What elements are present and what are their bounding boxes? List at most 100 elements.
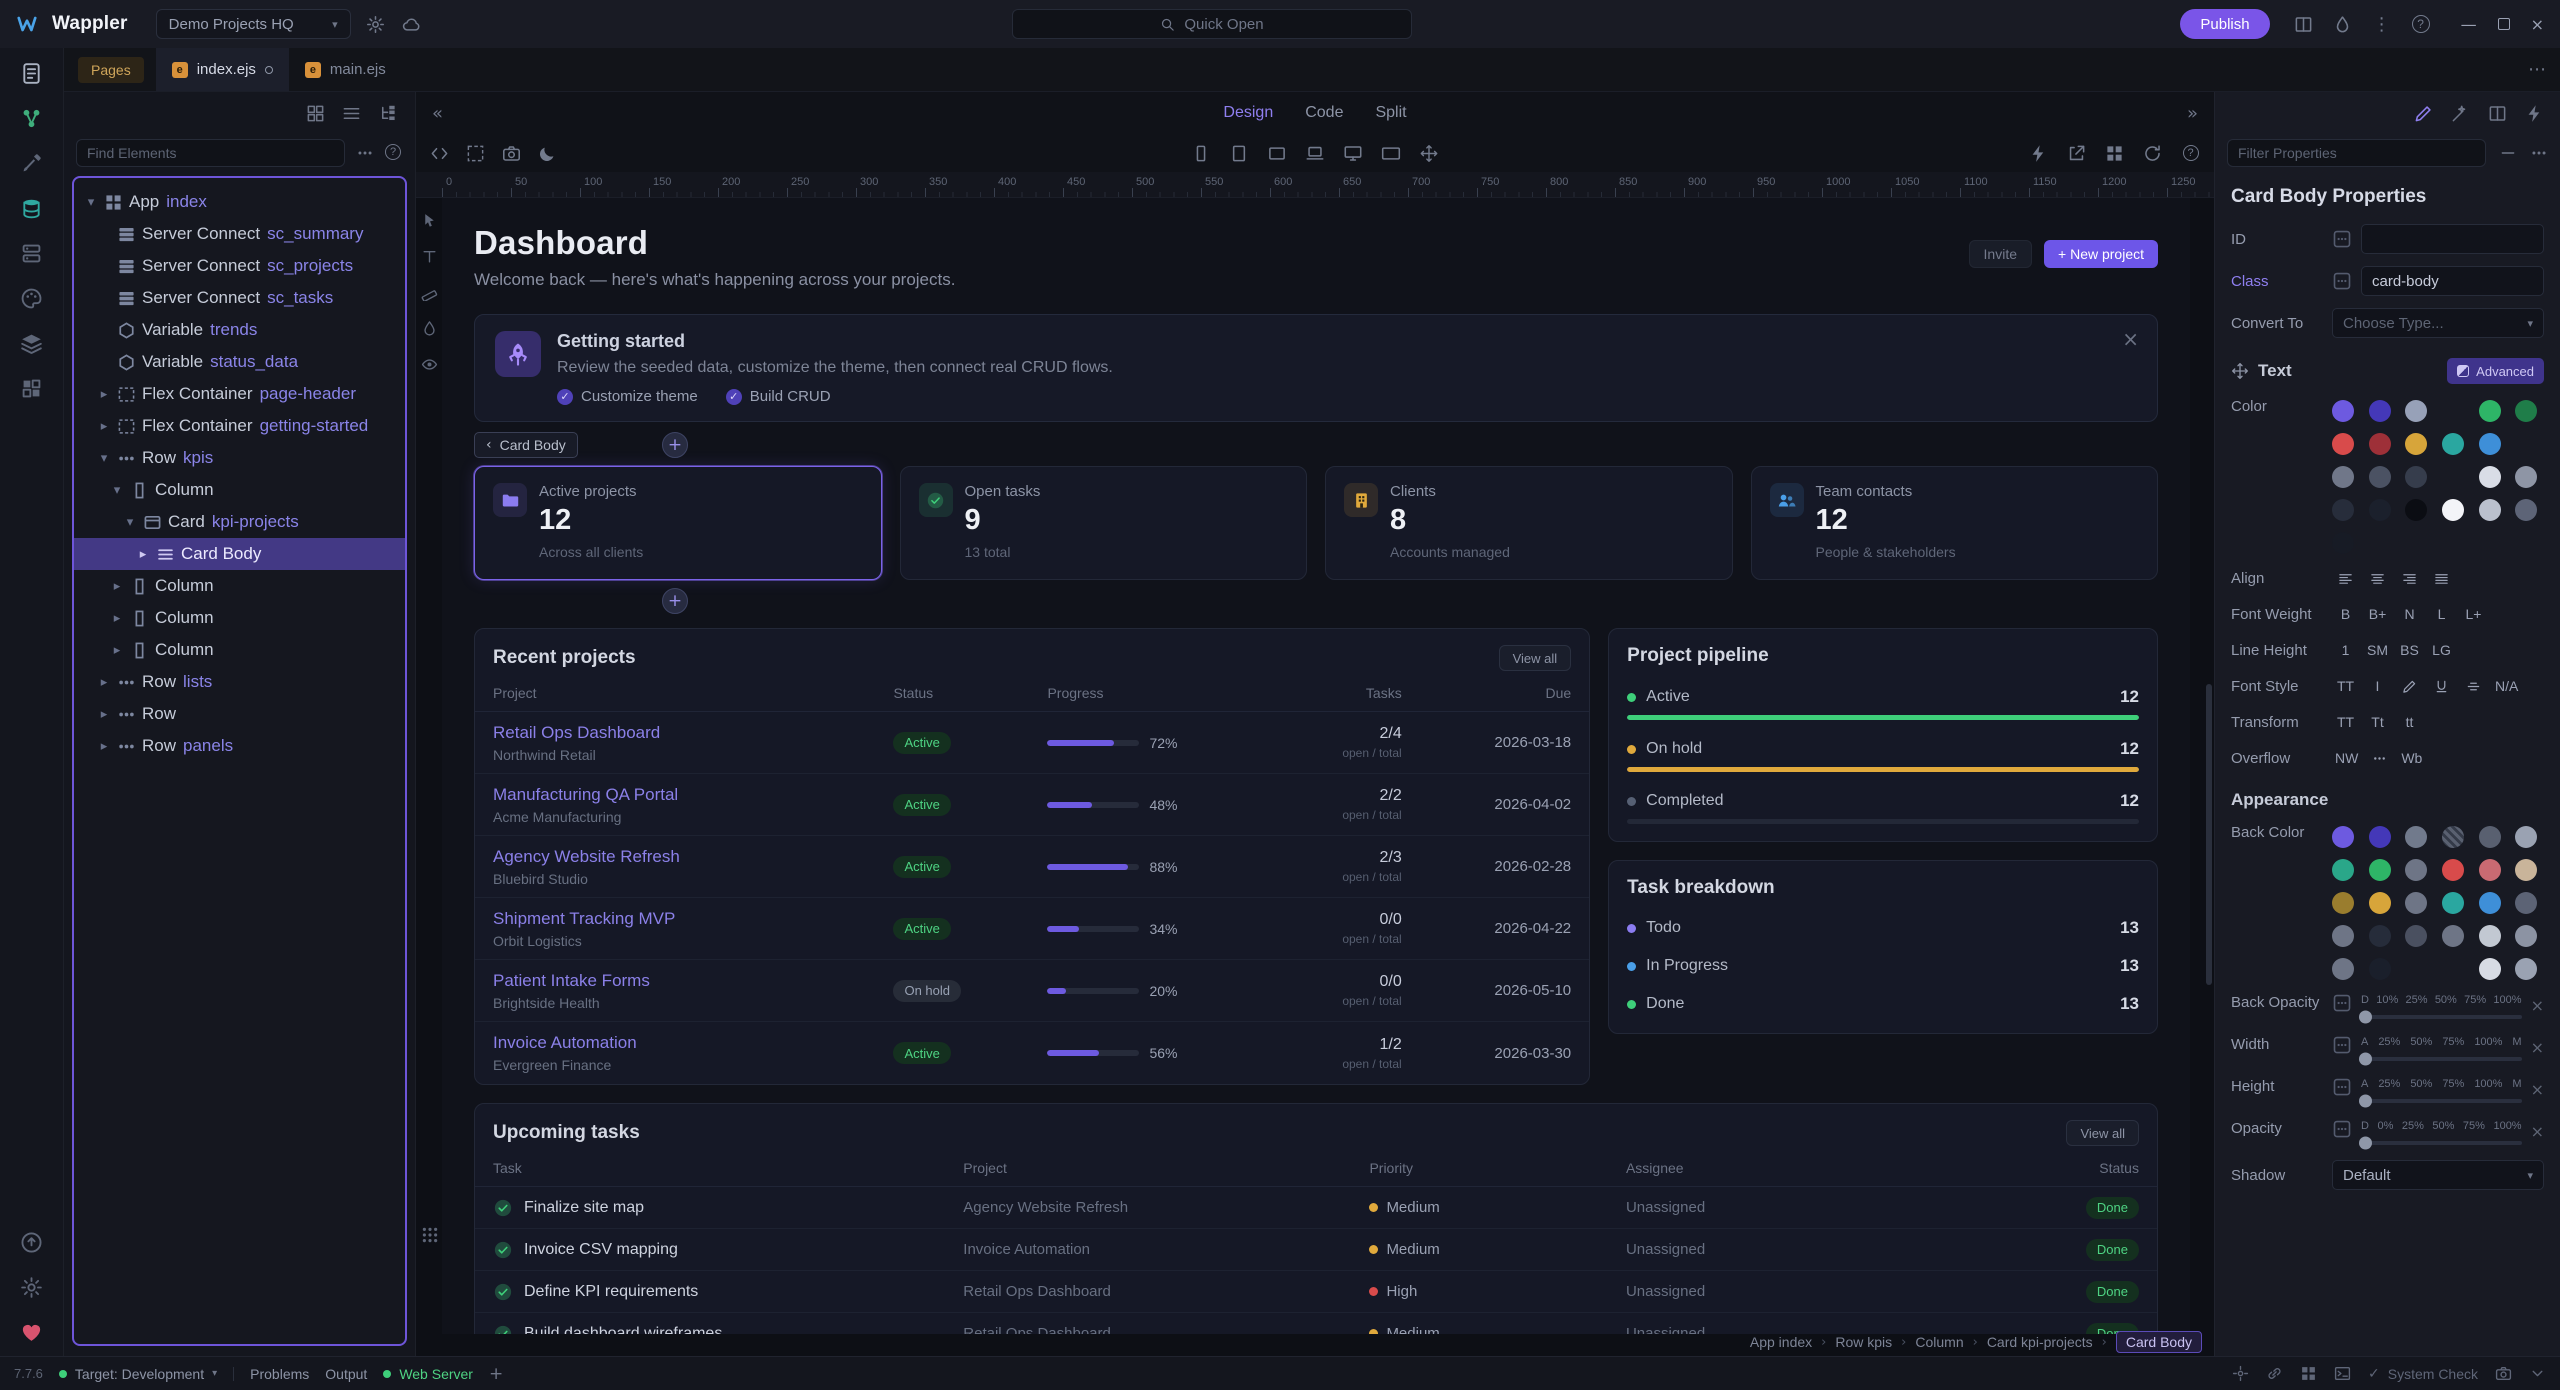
color-swatch[interactable] [2405, 826, 2427, 848]
move-icon[interactable] [1420, 144, 1439, 163]
tick-50[interactable]: 50% [2435, 994, 2457, 1006]
tick-100[interactable]: 100% [2474, 1036, 2502, 1048]
color-swatch[interactable] [2442, 892, 2464, 914]
tick-a[interactable]: A [2361, 1036, 2368, 1048]
slider-knob[interactable] [2359, 1011, 2372, 1024]
font-weight-l[interactable]: L+ [2460, 602, 2487, 626]
tree-caret-icon[interactable]: ▸ [136, 547, 150, 562]
tree-caret-icon[interactable]: ▸ [97, 739, 111, 754]
color-swatch[interactable] [2405, 433, 2427, 455]
color-swatch[interactable] [2515, 859, 2537, 881]
task-row[interactable]: Define KPI requirementsRetail Ops Dashbo… [475, 1271, 2157, 1313]
add-element-button[interactable]: + [662, 588, 688, 614]
tree-item-row-lists[interactable]: ▸Rowlists [74, 666, 405, 698]
grid-icon[interactable] [2300, 1365, 2317, 1382]
help-icon[interactable]: ? [2410, 13, 2432, 35]
underline-icon[interactable] [2428, 674, 2455, 698]
bolt-icon[interactable] [2029, 144, 2048, 163]
color-swatch[interactable] [2515, 466, 2537, 488]
slider-knob[interactable] [2359, 1095, 2372, 1108]
inline-edit-icon[interactable] [2414, 104, 2433, 123]
breadcrumb-item[interactable]: Card Body [2116, 1331, 2202, 1353]
crosshair-icon[interactable] [2232, 1365, 2249, 1382]
project-link[interactable]: Manufacturing QA Portal [493, 785, 893, 805]
quick-open-button[interactable]: Quick Open [1012, 9, 1412, 39]
color-swatch[interactable] [2332, 466, 2354, 488]
color-swatch[interactable] [2369, 400, 2391, 422]
server-connect-icon[interactable] [20, 242, 43, 265]
color-swatch[interactable] [2442, 499, 2464, 521]
list-view-icon[interactable] [342, 104, 361, 123]
theme-drop-icon[interactable] [2332, 13, 2354, 35]
task-row[interactable]: Finalize site mapAgency Website RefreshM… [475, 1187, 2157, 1229]
outline-icon[interactable] [466, 144, 485, 163]
layers-icon[interactable] [20, 332, 43, 355]
color-swatch[interactable] [2369, 499, 2391, 521]
tab-index-ejs[interactable]: eindex.ejs [156, 48, 289, 91]
tick-0[interactable]: 0% [2377, 1120, 2393, 1132]
tree-caret-icon[interactable]: ▾ [84, 195, 98, 210]
color-swatch[interactable] [2479, 433, 2501, 455]
color-swatch[interactable] [2369, 859, 2391, 881]
font-style-n-a[interactable]: N/A [2492, 674, 2521, 698]
pages-button[interactable]: Pages [78, 57, 144, 83]
color-swatch[interactable] [2442, 433, 2464, 455]
project-row[interactable]: Patient Intake FormsBrightside HealthOn … [475, 960, 1589, 1022]
tree-item-row-panels[interactable]: ▸Rowpanels [74, 730, 405, 762]
tree-item-column-12[interactable]: ▸Column [74, 570, 405, 602]
align-justify-icon[interactable] [2428, 566, 2455, 590]
new-project-button[interactable]: + New project [2044, 240, 2158, 268]
tick-25[interactable]: 25% [2378, 1036, 2400, 1048]
tick-75[interactable]: 75% [2442, 1036, 2464, 1048]
opacity-slider[interactable] [2361, 1141, 2522, 1145]
project-row[interactable]: Shipment Tracking MVPOrbit LogisticsActi… [475, 898, 1589, 960]
tick-100[interactable]: 100% [2474, 1078, 2502, 1090]
color-swatch[interactable] [2515, 826, 2537, 848]
project-row[interactable]: Retail Ops DashboardNorthwind RetailActi… [475, 712, 1589, 774]
color-swatch[interactable] [2515, 958, 2537, 980]
shadow-select[interactable]: Default ▾ [2332, 1160, 2544, 1190]
tick-100[interactable]: 100% [2493, 994, 2521, 1006]
line-height-1[interactable]: 1 [2332, 638, 2359, 662]
strike-icon[interactable] [2460, 674, 2487, 698]
color-swatch[interactable] [2405, 400, 2427, 422]
full-width-icon[interactable] [1382, 144, 1401, 163]
ellipsis-icon[interactable] [2366, 746, 2393, 770]
color-swatch[interactable] [2332, 532, 2354, 554]
laptop-icon[interactable] [1306, 144, 1325, 163]
panel-help-icon[interactable]: ? [385, 144, 403, 162]
mode-design[interactable]: Design [1223, 104, 1273, 122]
tree-caret-icon[interactable]: ▸ [97, 675, 111, 690]
tree-caret-icon[interactable]: ▸ [97, 419, 111, 434]
tick-25[interactable]: 25% [2406, 994, 2428, 1006]
tick-m[interactable]: M [2512, 1036, 2521, 1048]
collapse-all-icon[interactable] [2499, 144, 2517, 162]
collapse-left-icon[interactable]: « [432, 103, 443, 124]
tick-50[interactable]: 50% [2410, 1036, 2432, 1048]
link-icon[interactable] [2266, 1365, 2283, 1382]
dynamic-data-icon[interactable] [2332, 993, 2352, 1013]
color-swatch[interactable] [2405, 859, 2427, 881]
convert-to-select[interactable]: Choose Type... ▾ [2332, 308, 2544, 338]
project-selector[interactable]: Demo Projects HQ ▾ [156, 9, 351, 39]
tree-item-row-16[interactable]: ▸Row [74, 698, 405, 730]
project-link[interactable]: Retail Ops Dashboard [493, 723, 893, 743]
magic-wand-icon[interactable] [2451, 104, 2470, 123]
styles-icon[interactable] [20, 287, 43, 310]
dark-mode-icon[interactable] [538, 144, 557, 163]
output-button[interactable]: Output [325, 1366, 367, 1382]
color-swatch[interactable] [2332, 826, 2354, 848]
project-row[interactable]: Invoice AutomationEvergreen FinanceActiv… [475, 1022, 1589, 1084]
canvas-scrollbar[interactable] [2206, 684, 2212, 985]
tick-25[interactable]: 25% [2402, 1120, 2424, 1132]
tick-100[interactable]: 100% [2493, 1120, 2521, 1132]
font-weight-l[interactable]: L [2428, 602, 2455, 626]
color-swatch[interactable] [2515, 400, 2537, 422]
cursor-icon[interactable] [421, 212, 438, 229]
color-swatch[interactable] [2442, 826, 2464, 848]
color-swatch[interactable] [2369, 925, 2391, 947]
tree-item-server-connect-sc-projects[interactable]: Server Connectsc_projects [74, 250, 405, 282]
panels-icon[interactable] [2293, 13, 2315, 35]
color-swatch[interactable] [2369, 433, 2391, 455]
refresh-icon[interactable] [2143, 144, 2162, 163]
